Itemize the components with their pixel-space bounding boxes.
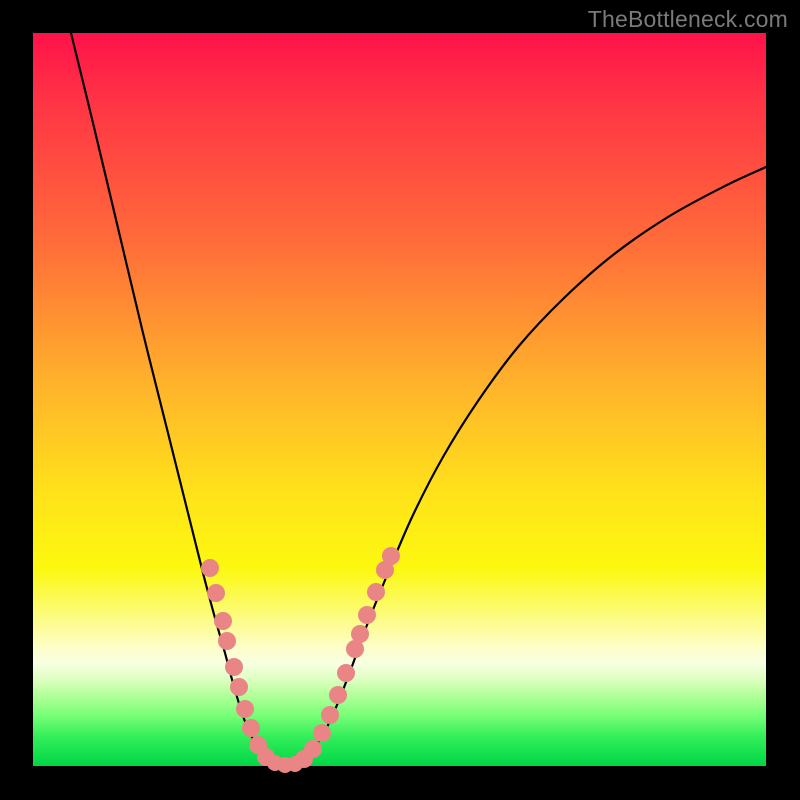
data-dot — [337, 664, 355, 682]
data-dot — [230, 678, 248, 696]
data-dot — [367, 583, 385, 601]
data-dot — [382, 547, 400, 565]
data-dot — [214, 612, 232, 630]
chart-frame: TheBottleneck.com — [0, 0, 800, 800]
data-dot — [201, 559, 219, 577]
data-dot — [242, 719, 260, 737]
data-dot — [225, 658, 243, 676]
data-dot — [329, 686, 347, 704]
bottleneck-curve — [71, 33, 766, 765]
data-dot — [218, 632, 236, 650]
data-dot — [313, 724, 331, 742]
data-dots — [201, 547, 400, 773]
data-dot — [321, 706, 339, 724]
plot-area — [33, 33, 766, 766]
data-dot — [236, 700, 254, 718]
data-dot — [351, 625, 369, 643]
data-dot — [358, 606, 376, 624]
data-dot — [207, 584, 225, 602]
data-dot — [304, 740, 322, 758]
chart-svg — [33, 33, 766, 766]
watermark-text: TheBottleneck.com — [588, 6, 788, 33]
